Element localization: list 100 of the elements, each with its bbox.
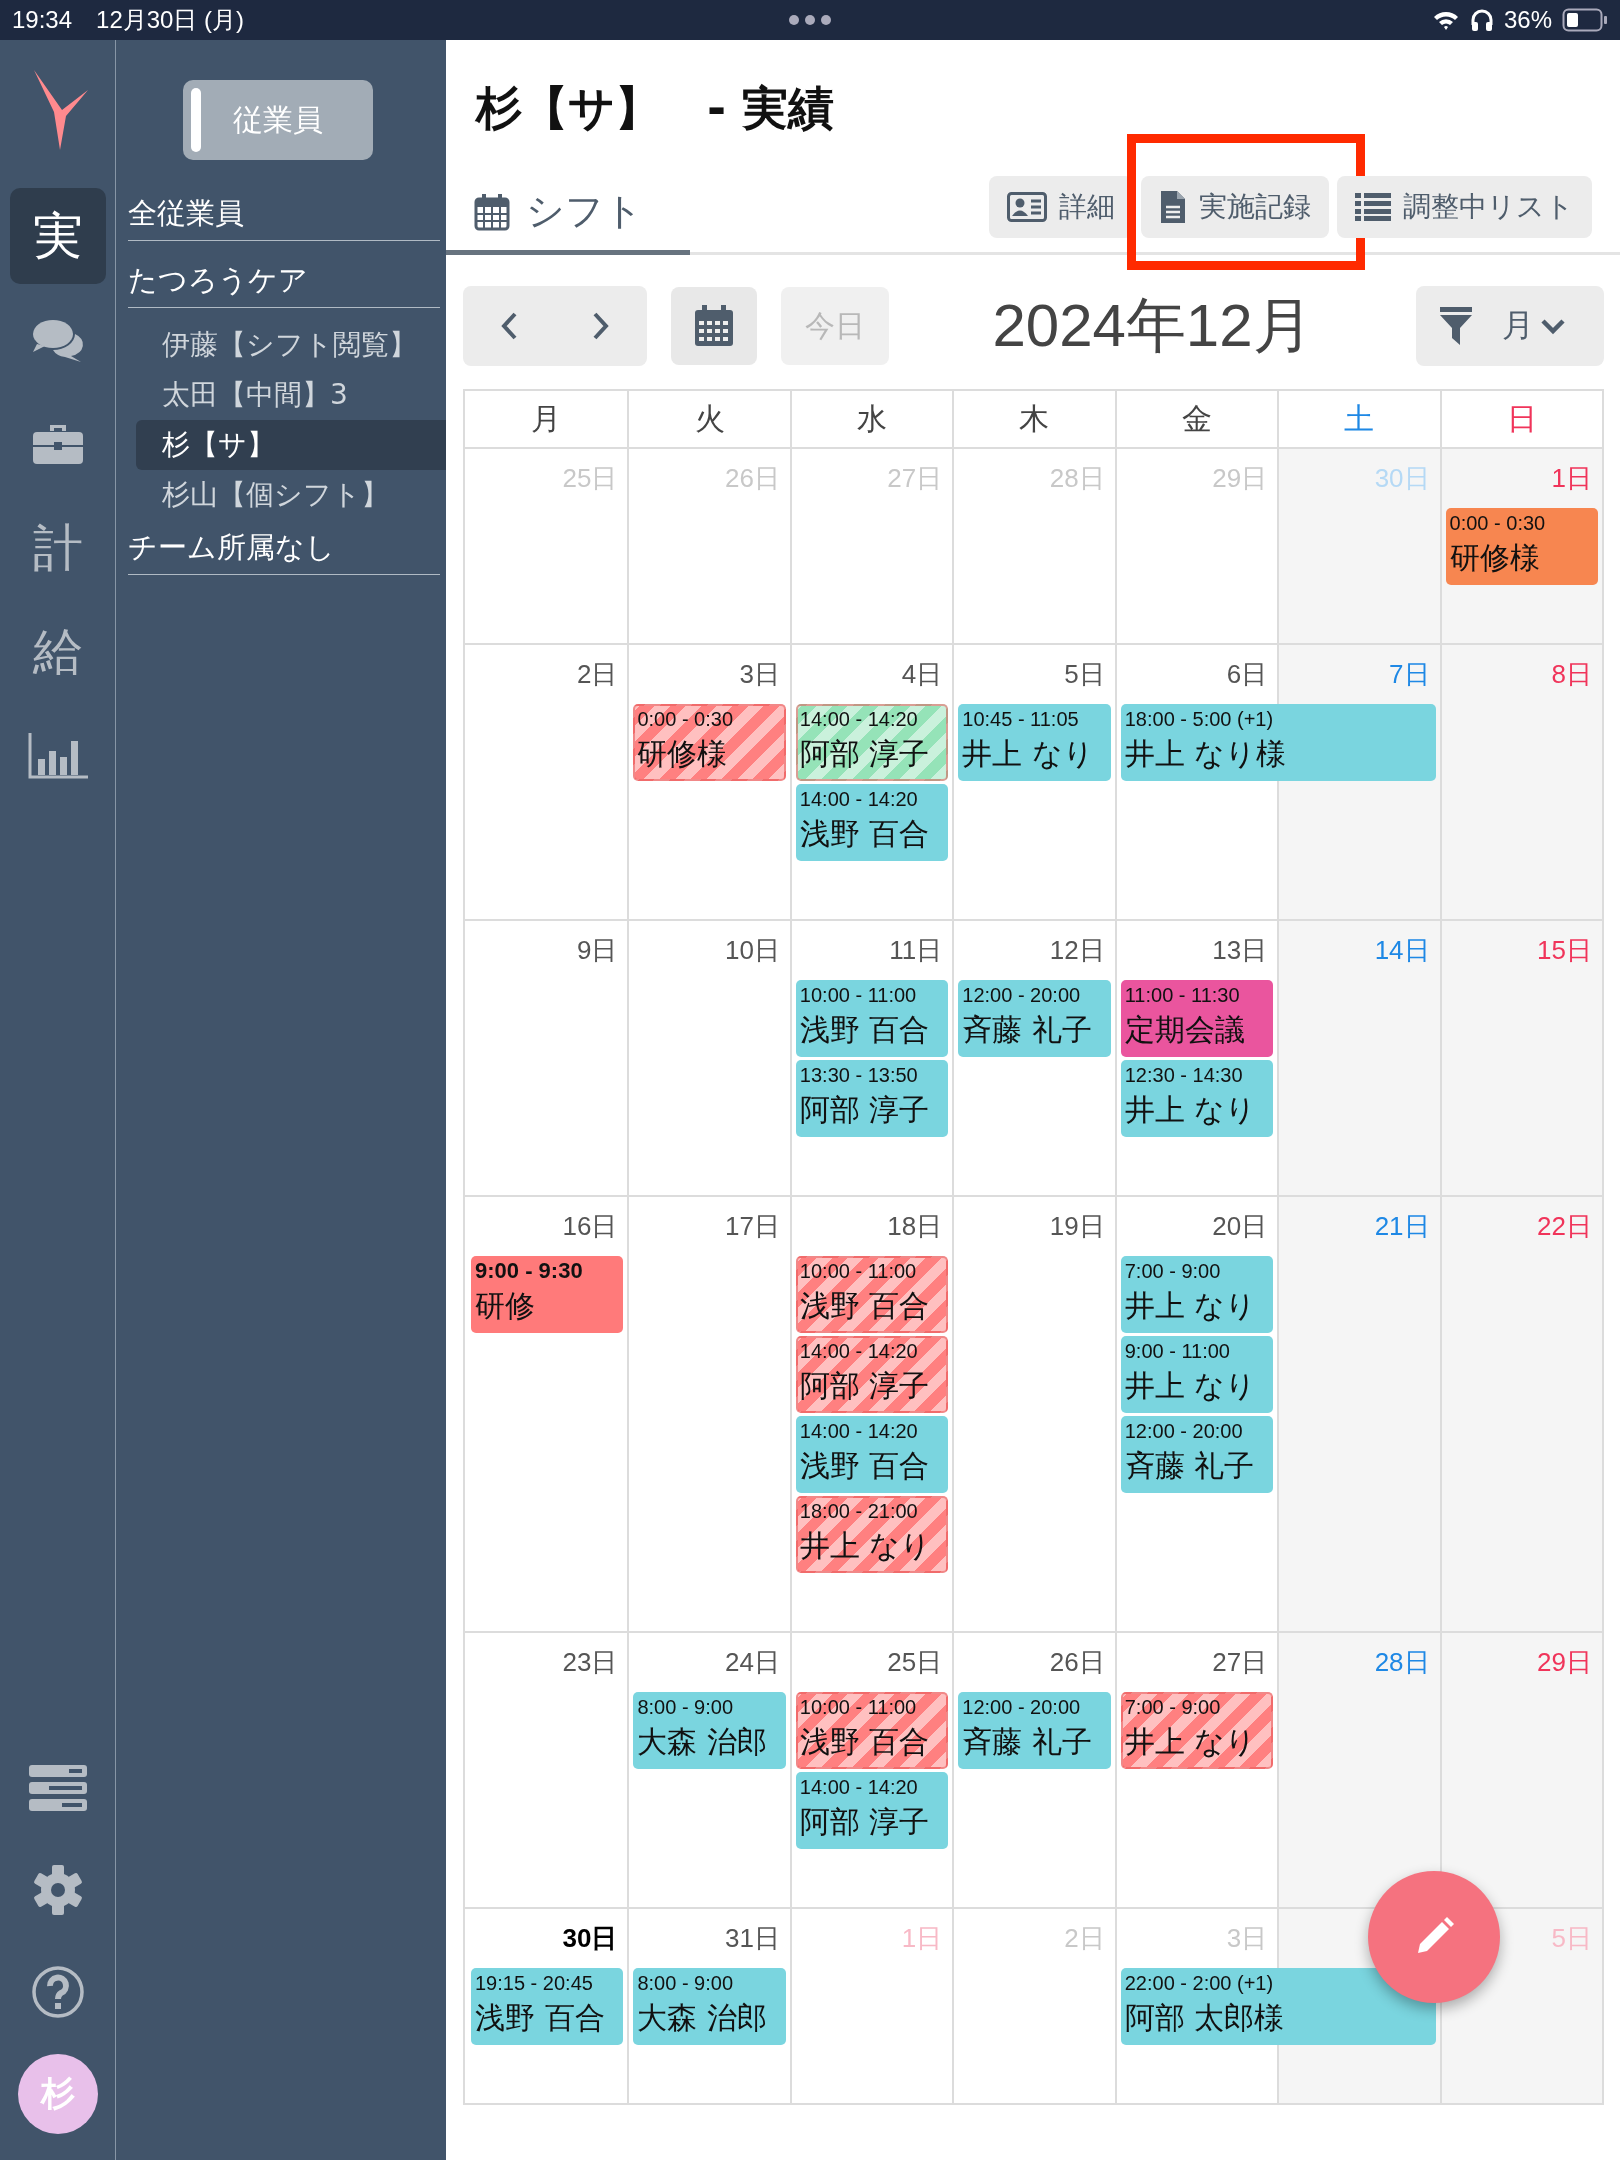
document-icon	[1159, 189, 1187, 225]
day-number: 23日	[562, 1646, 618, 1679]
shift-event[interactable]: 12:00 - 20:00 斉藤 礼子	[958, 1692, 1111, 1769]
shift-event[interactable]: 7:00 - 9:00 井上 なり	[1120, 1256, 1274, 1333]
action-button[interactable]: 調整中リスト	[1337, 176, 1592, 238]
event-title: 井上 なり	[1124, 1367, 1258, 1405]
shift-tab[interactable]: シフト	[446, 173, 690, 255]
event-time: 14:00 - 14:20	[799, 707, 919, 732]
event-title: 研修	[475, 1287, 536, 1325]
rail-item[interactable]: 計	[9, 500, 106, 596]
event-time: 10:00 - 11:00	[799, 983, 918, 1008]
employee-item[interactable]: 杉山【個シフト】	[136, 470, 446, 520]
day-number: 5日	[1551, 1922, 1592, 1955]
shift-event[interactable]: 14:00 - 14:20 阿部 淳子	[795, 1772, 949, 1849]
event-title: 斉藤 礼子	[962, 1723, 1093, 1761]
day-number: 11日	[889, 934, 943, 967]
list-icon	[1355, 193, 1391, 221]
event-title: 阿部 淳子	[799, 1091, 931, 1129]
shift-event[interactable]: 10:45 - 11:05 井上 なり	[958, 704, 1111, 781]
chat-icon[interactable]	[30, 318, 85, 362]
day-number: 12日	[1049, 934, 1105, 967]
event-time: 7:00 - 9:00	[1124, 1695, 1222, 1720]
shift-event[interactable]: 12:30 - 14:30 井上 なり	[1120, 1060, 1274, 1137]
weekday-header: 月	[530, 399, 563, 438]
help-icon[interactable]	[30, 1965, 85, 2019]
day-number: 24日	[724, 1646, 780, 1679]
shift-event[interactable]: 8:00 - 9:00 大森 治郎	[633, 1692, 786, 1769]
employee-item[interactable]: 太田【中間】3	[136, 370, 446, 420]
group-heading[interactable]: チーム所属なし	[128, 520, 440, 575]
shift-event[interactable]: 13:30 - 13:50 阿部 淳子	[795, 1060, 949, 1137]
shift-event[interactable]: 0:00 - 0:30 研修様	[1445, 508, 1598, 585]
shift-event[interactable]: 22:00 - 2:00 (+1) 阿部 太郎様	[1120, 1968, 1436, 2045]
shift-event[interactable]: 10:00 - 11:00 浅野 百合	[795, 1256, 949, 1333]
event-time: 8:00 - 9:00	[637, 1971, 735, 1996]
shift-event[interactable]: 7:00 - 9:00 井上 なり	[1120, 1692, 1274, 1769]
group-heading[interactable]: たつろうケア	[128, 253, 440, 308]
day-number: 5日	[1064, 658, 1105, 691]
event-time: 14:00 - 14:20	[799, 1339, 919, 1364]
event-time: 7:00 - 9:00	[1124, 1259, 1222, 1284]
day-number: 6日	[1226, 658, 1268, 691]
event-title: 定期会議	[1124, 1011, 1246, 1049]
shift-event[interactable]: 12:00 - 20:00 斉藤 礼子	[1120, 1416, 1274, 1493]
rail-item[interactable]: 給	[9, 604, 106, 700]
action-label: 調整中リスト	[1403, 189, 1574, 225]
event-title: 斉藤 礼子	[1124, 1447, 1256, 1485]
shift-event[interactable]: 18:00 - 21:00 井上 なり	[795, 1496, 949, 1573]
employee-item[interactable]: 杉【サ】	[136, 420, 446, 470]
group-heading[interactable]: 全従業員	[128, 186, 440, 241]
date-picker-button[interactable]	[671, 287, 757, 365]
shift-event[interactable]: 10:00 - 11:00 浅野 百合	[795, 980, 949, 1057]
event-time: 12:00 - 20:00	[1124, 1419, 1244, 1444]
event-time: 10:00 - 11:00	[799, 1259, 918, 1284]
action-label: 実施記録	[1199, 189, 1311, 225]
status-date: 12月30日 (月)	[96, 5, 245, 35]
event-title: 阿部 淳子	[799, 735, 931, 773]
rail-item[interactable]: 実	[9, 188, 106, 284]
event-time: 18:00 - 21:00	[799, 1499, 919, 1524]
day-number: 30日	[1374, 462, 1430, 495]
stacked-list-icon[interactable]	[28, 1765, 87, 1811]
shift-event[interactable]: 19:15 - 20:45 浅野 百合	[471, 1968, 624, 2045]
event-title: 大森 治郎	[637, 1999, 768, 2037]
shift-event[interactable]: 18:00 - 5:00 (+1) 井上 なり様	[1120, 704, 1436, 781]
shift-event[interactable]: 10:00 - 11:00 浅野 百合	[795, 1692, 949, 1769]
shift-event[interactable]: 0:00 - 0:30 研修様	[633, 704, 786, 781]
edit-button[interactable]	[1368, 1871, 1500, 2003]
day-number: 13日	[1212, 934, 1268, 967]
shift-event[interactable]: 8:00 - 9:00 大森 治郎	[633, 1968, 786, 2045]
day-number: 17日	[724, 1210, 780, 1243]
bar-chart-icon[interactable]	[27, 733, 88, 779]
shift-event[interactable]: 14:00 - 14:20 浅野 百合	[795, 1416, 949, 1493]
shift-event[interactable]: 11:00 - 11:30 定期会議	[1120, 980, 1274, 1057]
calendar-icon	[694, 305, 734, 347]
shift-event[interactable]: 9:00 - 11:00 井上 なり	[1120, 1336, 1274, 1413]
chevron-right-icon	[592, 311, 610, 341]
day-number: 16日	[562, 1210, 618, 1243]
shift-event[interactable]: 14:00 - 14:20 阿部 淳子	[795, 1336, 949, 1413]
weekday-header: 土	[1277, 391, 1440, 447]
day-number: 25日	[887, 1646, 943, 1679]
event-time: 18:00 - 5:00 (+1)	[1124, 707, 1275, 732]
day-number: 22日	[1537, 1210, 1592, 1243]
id-card-icon	[1007, 192, 1047, 222]
battery-level: 36%	[1503, 6, 1552, 34]
event-time: 9:00 - 9:30	[475, 1258, 584, 1284]
event-title: 浅野 百合	[799, 1287, 931, 1325]
settings-icon[interactable]	[32, 1865, 83, 1915]
event-title: 浅野 百合	[799, 1011, 931, 1049]
briefcase-icon[interactable]	[31, 423, 84, 465]
shift-event[interactable]: 9:00 - 9:30 研修	[471, 1256, 624, 1333]
event-time: 12:30 - 14:30	[1124, 1063, 1244, 1088]
more-icon[interactable]	[788, 14, 832, 26]
action-button[interactable]: 実施記録	[1141, 176, 1329, 238]
shift-event[interactable]: 14:00 - 14:20 阿部 淳子	[795, 704, 949, 781]
event-title: 井上 なり	[1124, 1287, 1258, 1325]
shift-event[interactable]: 12:00 - 20:00 斉藤 礼子	[958, 980, 1111, 1057]
shift-event[interactable]: 14:00 - 14:20 浅野 百合	[795, 784, 949, 861]
employee-item[interactable]: 伊藤【シフト閲覧】	[136, 320, 446, 370]
battery-icon	[1562, 8, 1608, 32]
day-number: 10日	[724, 934, 780, 967]
event-title: 阿部 太郎様	[1124, 1999, 1286, 2037]
event-time: 9:00 - 11:00	[1124, 1339, 1231, 1364]
